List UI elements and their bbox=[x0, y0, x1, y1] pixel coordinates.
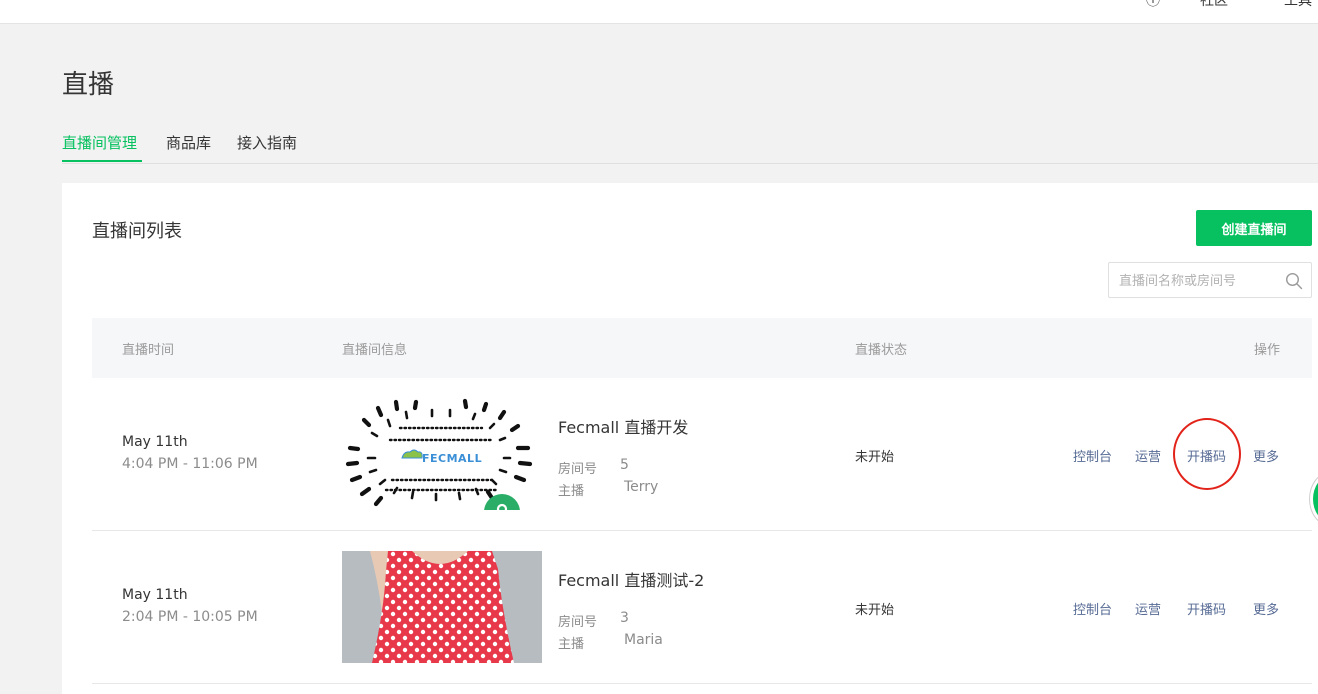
search-box bbox=[1108, 262, 1312, 298]
table-header: 直播时间 直播间信息 直播状态 操作 bbox=[92, 318, 1312, 378]
highlight-annotation-circle bbox=[1173, 418, 1241, 490]
qr-code-image: FECMALL bbox=[342, 398, 542, 510]
live-status: 未开始 bbox=[855, 603, 895, 618]
page-title: 直播 bbox=[62, 70, 115, 100]
column-header-status: 直播状态 bbox=[855, 343, 908, 358]
dress-photo bbox=[342, 551, 542, 663]
room-name: Fecmall 直播开发 bbox=[558, 418, 689, 437]
live-room-list-card: 直播间列表 创建直播间 直播时间 直播间信息 直播状态 操作 May 11th … bbox=[62, 183, 1318, 694]
room-number: 5 bbox=[620, 457, 629, 473]
host-name: Terry bbox=[624, 479, 659, 495]
table-row: May 11th 2:04 PM - 10:05 PM Fecmall 直播测试… bbox=[92, 531, 1312, 684]
live-date: May 11th bbox=[122, 587, 188, 603]
room-cover-qr-code: FECMALL bbox=[342, 398, 542, 510]
live-status: 未开始 bbox=[855, 450, 895, 465]
tab-live-room-management[interactable]: 直播间管理 bbox=[62, 132, 137, 153]
create-live-room-button[interactable]: 创建直播间 bbox=[1196, 210, 1312, 246]
live-time-range: 2:04 PM - 10:05 PM bbox=[122, 609, 258, 625]
action-console[interactable]: 控制台 bbox=[1073, 599, 1112, 618]
action-more[interactable]: 更多 bbox=[1253, 599, 1279, 618]
search-input[interactable] bbox=[1119, 271, 1279, 291]
live-date: May 11th bbox=[122, 434, 188, 450]
column-header-time: 直播时间 bbox=[122, 343, 175, 358]
help-icon[interactable]: ⓘ bbox=[1146, 0, 1160, 10]
host-label: 主播 bbox=[558, 637, 585, 652]
search-icon[interactable] bbox=[1285, 272, 1303, 290]
action-operations[interactable]: 运营 bbox=[1135, 599, 1161, 618]
list-title: 直播间列表 bbox=[92, 221, 182, 242]
tab-integration-guide[interactable]: 接入指南 bbox=[237, 132, 297, 153]
action-start-code[interactable]: 开播码 bbox=[1187, 599, 1226, 618]
table-row: May 11th 4:04 PM - 11:06 PM FECMALL Fecm… bbox=[92, 378, 1312, 531]
column-header-actions: 操作 bbox=[1254, 343, 1281, 358]
room-number-label: 房间号 bbox=[558, 615, 598, 630]
topbar-link-community[interactable]: 社区 bbox=[1200, 0, 1228, 10]
top-navigation-bar: ⓘ 社区 工具 bbox=[0, 0, 1318, 24]
room-cover-photo bbox=[342, 551, 542, 663]
action-console[interactable]: 控制台 bbox=[1073, 446, 1112, 465]
host-label: 主播 bbox=[558, 484, 585, 499]
host-name: Maria bbox=[624, 632, 663, 648]
column-header-info: 直播间信息 bbox=[342, 343, 408, 358]
live-time-range: 4:04 PM - 11:06 PM bbox=[122, 456, 258, 472]
action-operations[interactable]: 运营 bbox=[1135, 446, 1161, 465]
room-number-label: 房间号 bbox=[558, 462, 598, 477]
action-more[interactable]: 更多 bbox=[1253, 446, 1279, 465]
svg-text:FECMALL: FECMALL bbox=[422, 452, 482, 465]
room-name: Fecmall 直播测试-2 bbox=[558, 571, 705, 590]
topbar-link-tools[interactable]: 工具 bbox=[1284, 0, 1312, 10]
tab-product-library[interactable]: 商品库 bbox=[166, 132, 211, 153]
tab-bar: 直播间管理 商品库 接入指南 bbox=[62, 130, 1318, 164]
room-number: 3 bbox=[620, 610, 629, 626]
active-tab-indicator bbox=[62, 160, 142, 162]
